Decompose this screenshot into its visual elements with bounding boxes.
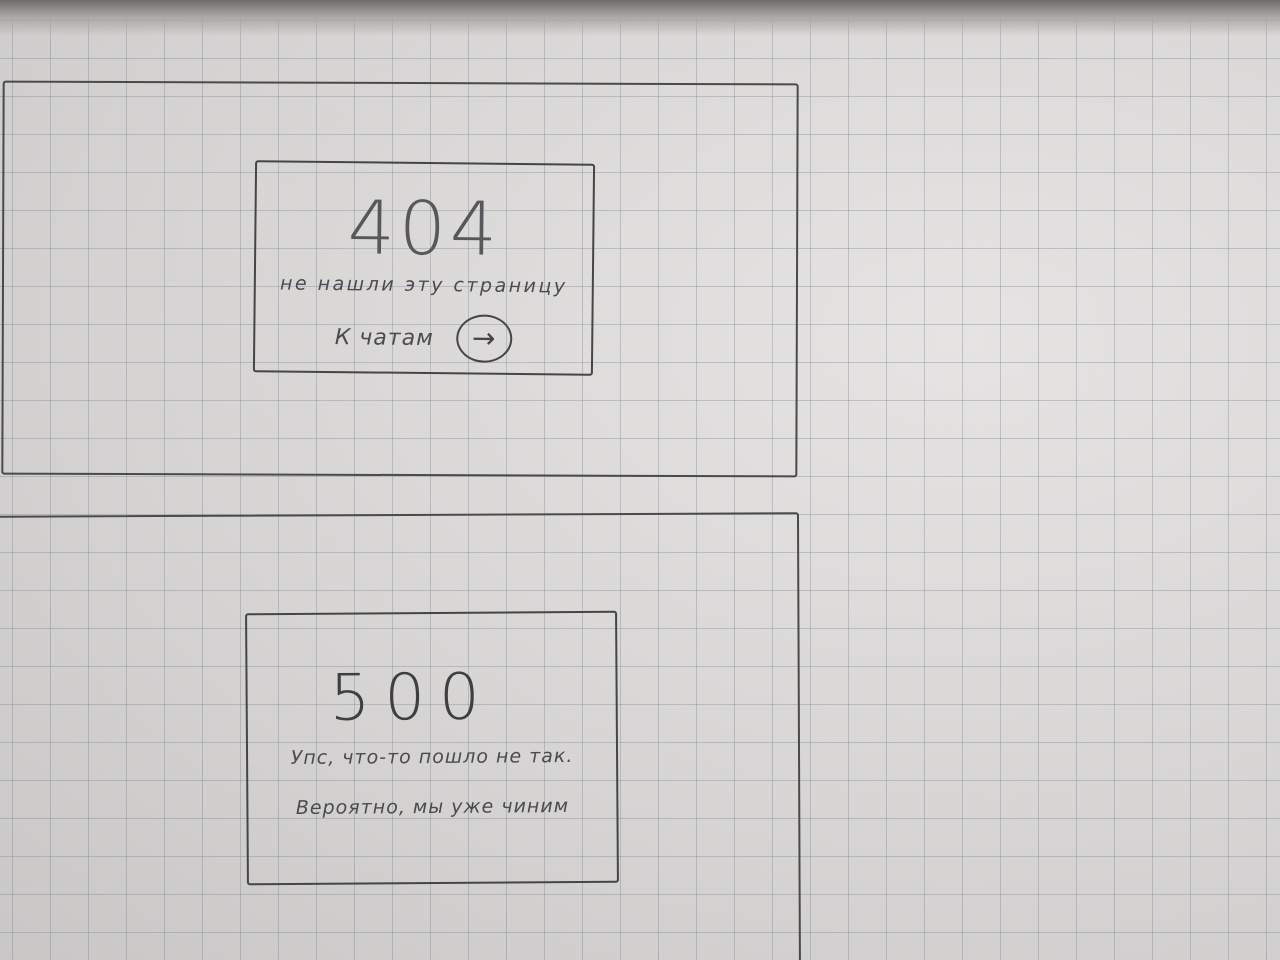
error-code-404: 404 (347, 185, 502, 273)
error-message-500: Упс, что-то пошло не так. (290, 745, 574, 769)
error-card-404: 404 не нашли эту страницу К чатам → (252, 160, 596, 376)
error-code-500: 500 (329, 660, 494, 736)
notebook-top-edge (0, 0, 1280, 36)
arrow-right-circle-icon[interactable]: → (455, 314, 513, 363)
error-submessage-500: Вероятно, мы уже чиним (295, 794, 570, 819)
error-card-500: 500 Упс, что-то пошло не так. Вероятно, … (245, 610, 619, 886)
error-message-404: не нашли эту страницу (279, 272, 568, 298)
back-to-chats-link[interactable]: К чатам → (255, 312, 591, 364)
back-to-chats-label: К чатам (334, 324, 434, 351)
